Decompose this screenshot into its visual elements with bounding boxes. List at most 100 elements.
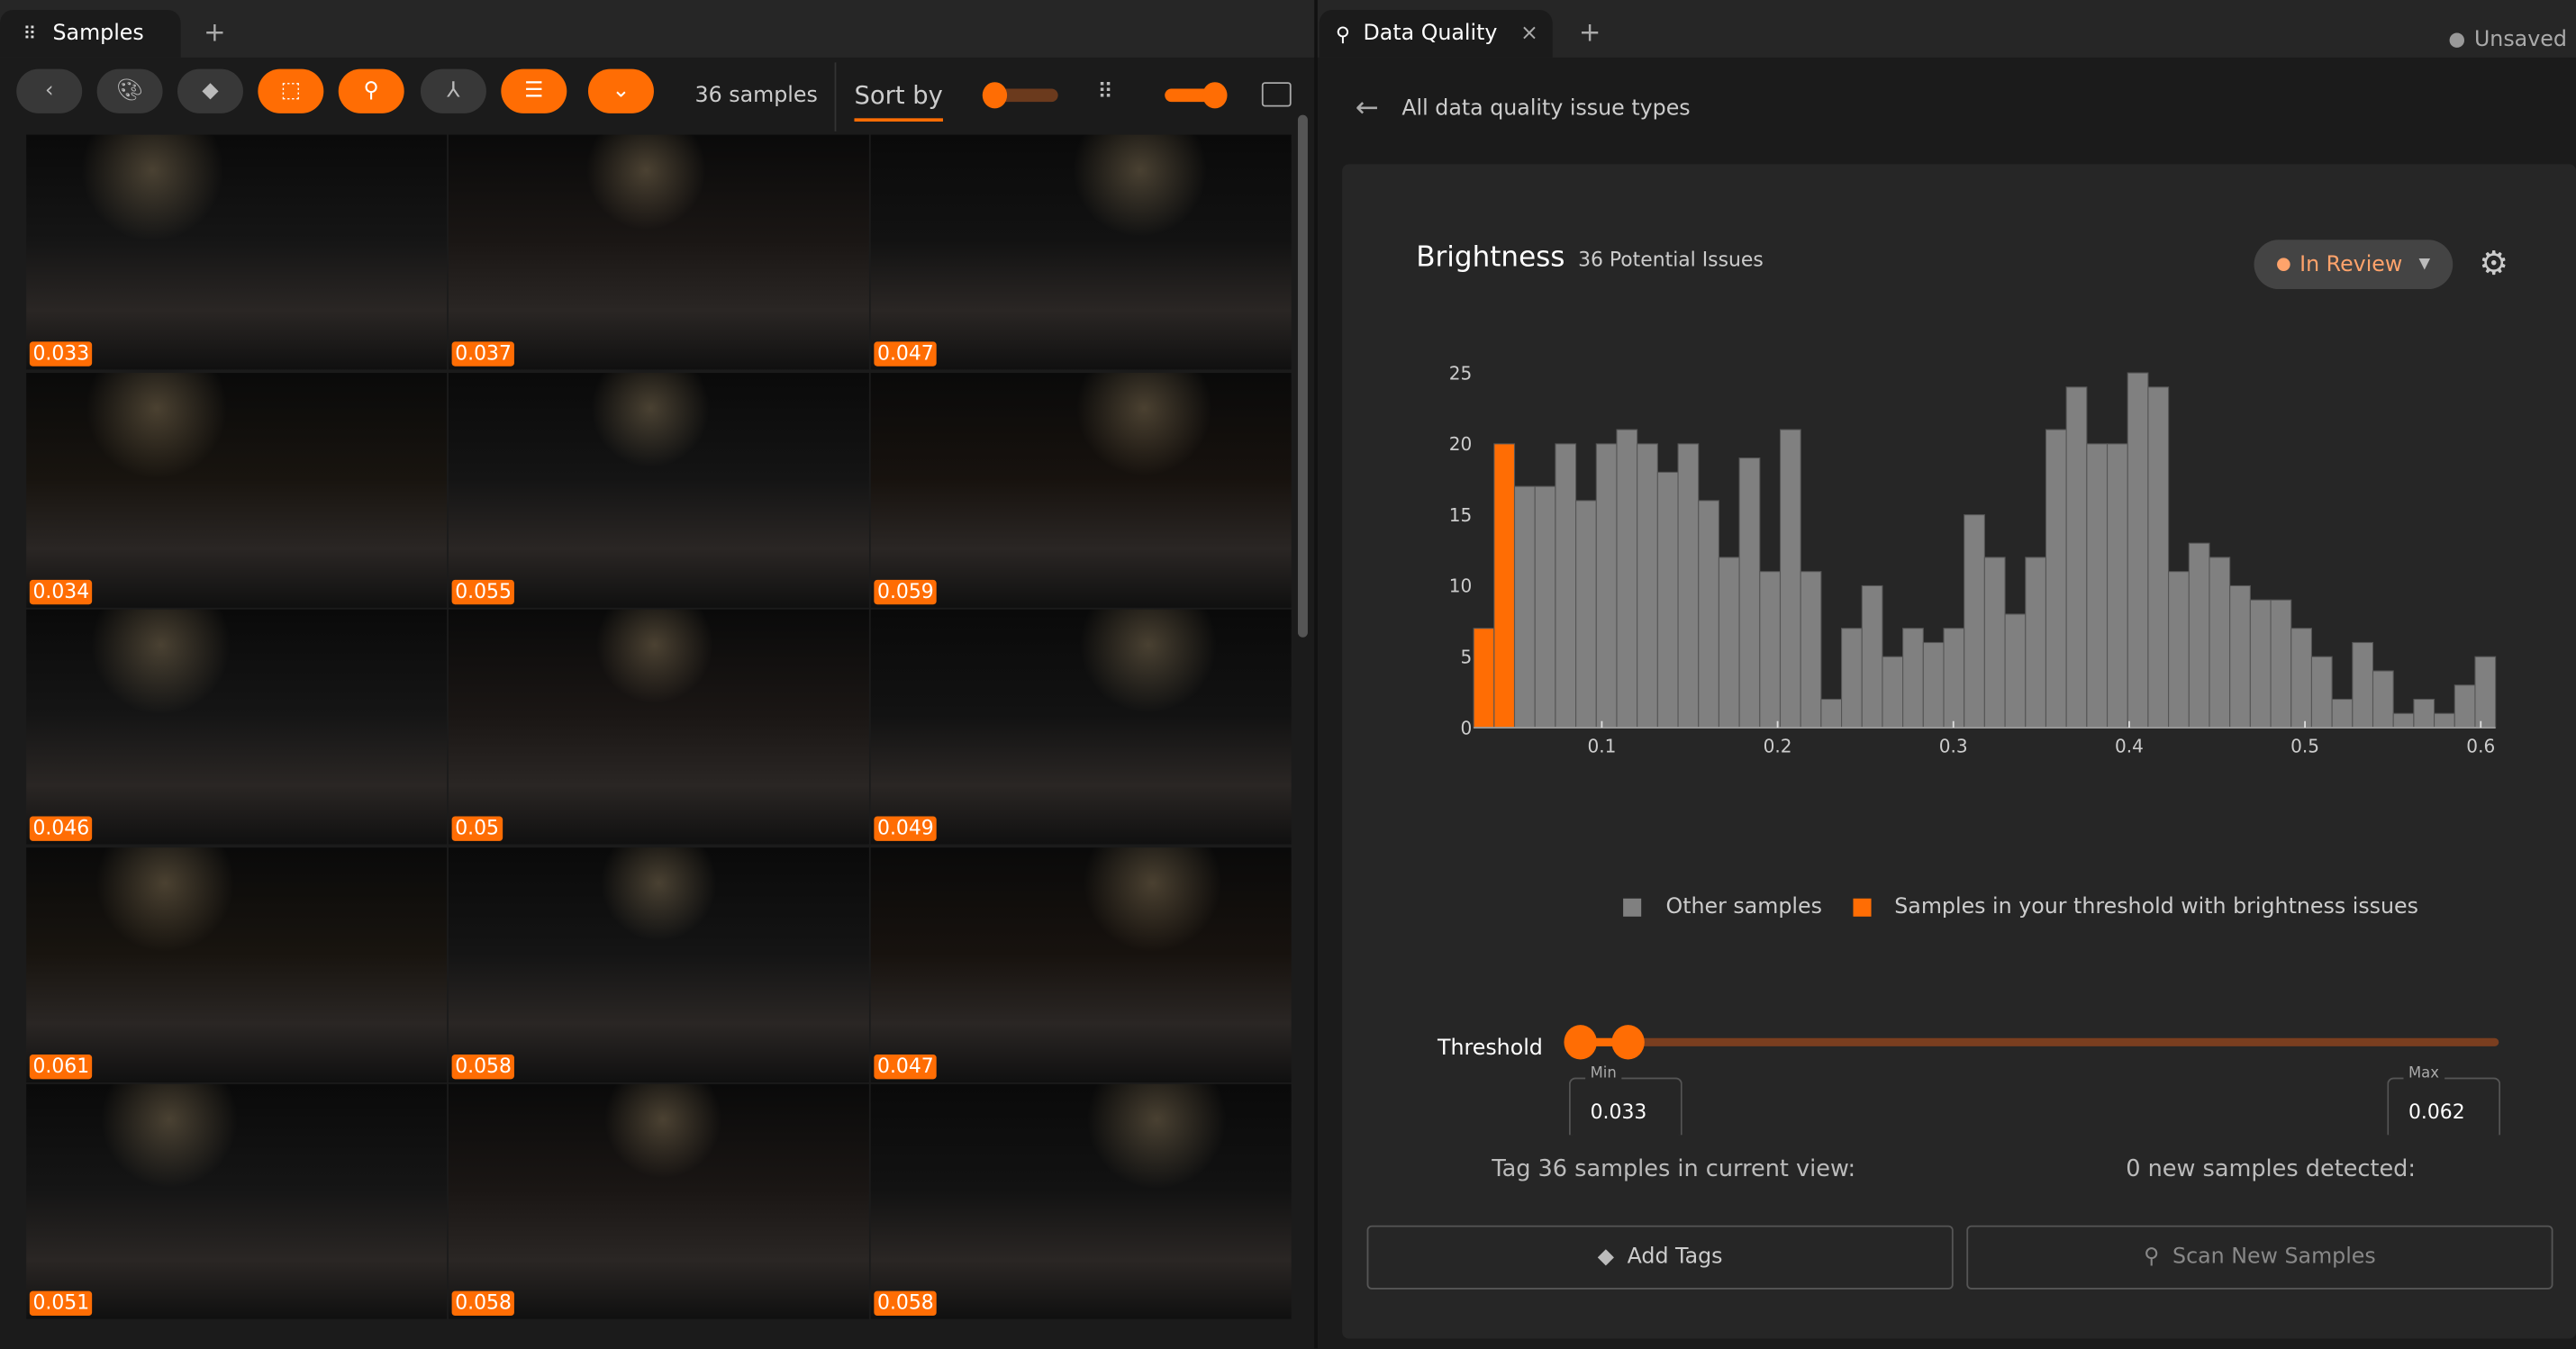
- min-field-label: Min: [1585, 1065, 1622, 1083]
- histogram-bar: [1595, 443, 1618, 729]
- brightness-value-badge: 0.055: [451, 578, 515, 604]
- chart-legend: Other samples Samples in your threshold …: [1623, 895, 2418, 919]
- sort-by-button[interactable]: Sort by: [854, 80, 943, 122]
- histogram-bar: [2372, 670, 2394, 729]
- x-tick-label: 0.1: [1587, 735, 1616, 756]
- list-button[interactable]: ☰: [501, 68, 567, 113]
- histogram-bar: [1759, 571, 1782, 729]
- y-tick-label: 5: [1461, 647, 1473, 668]
- threshold-slider[interactable]: [1564, 1025, 2499, 1060]
- histogram-bar: [1698, 500, 1719, 729]
- back-link[interactable]: ← All data quality issue types: [1356, 92, 1691, 124]
- settings-gear-icon[interactable]: ⚙: [2479, 243, 2508, 283]
- status-dot-icon: [2449, 32, 2464, 48]
- color-button[interactable]: 🎨︎: [96, 68, 163, 113]
- sample-thumbnail[interactable]: 0.051: [26, 1083, 448, 1319]
- histogram-bar: [2004, 613, 2027, 729]
- display-icon[interactable]: [1261, 82, 1292, 107]
- histogram-bar: [1779, 429, 1801, 729]
- tab-data-quality[interactable]: ⚲ Data Quality ×: [1319, 9, 1553, 58]
- tag-button[interactable]: ◆: [177, 68, 243, 113]
- max-field-value[interactable]: 0.062: [2408, 1100, 2465, 1124]
- issue-count: 36 Potential Issues: [1578, 248, 1764, 271]
- merge-button[interactable]: ⅄: [420, 68, 486, 113]
- sample-thumbnail[interactable]: 0.046: [26, 609, 448, 845]
- sample-thumbnail[interactable]: 0.055: [448, 372, 869, 607]
- sample-thumbnail[interactable]: 0.058: [870, 1083, 1292, 1319]
- search-button[interactable]: ⚲: [338, 68, 404, 113]
- add-tab-button[interactable]: +: [204, 16, 225, 48]
- histogram-bar: [2106, 443, 2128, 729]
- size-slider[interactable]: [982, 82, 1058, 109]
- sample-thumbnail[interactable]: 0.047: [870, 134, 1292, 370]
- selection-button[interactable]: ⬚: [258, 68, 324, 113]
- status-dropdown[interactable]: In Review ▼: [2254, 240, 2454, 290]
- y-tick-label: 25: [1449, 362, 1473, 384]
- histogram-bar: [1983, 557, 2006, 729]
- grid-view-icon[interactable]: ⠿: [1097, 80, 1112, 104]
- sample-thumbnail[interactable]: 0.034: [26, 372, 448, 607]
- sample-thumbnail[interactable]: 0.058: [448, 1083, 869, 1319]
- histogram-bar: [1943, 628, 1965, 729]
- slider-min-handle[interactable]: [1564, 1025, 1597, 1060]
- x-tick-label: 0.5: [2290, 735, 2319, 756]
- sample-count: 36 samples: [694, 84, 818, 109]
- max-field[interactable]: Max 0.062: [2387, 1065, 2501, 1136]
- scan-new-samples-button[interactable]: ⚲ Scan New Samples: [1966, 1225, 2553, 1290]
- sample-thumbnail[interactable]: 0.047: [870, 847, 1292, 1082]
- histogram-bar: [2127, 372, 2149, 729]
- histogram-bar: [2229, 584, 2251, 729]
- back-link-label: All data quality issue types: [1401, 95, 1691, 122]
- x-tick-label: 0.4: [2115, 735, 2144, 756]
- brightness-value-badge: 0.034: [29, 578, 93, 604]
- scrollbar[interactable]: [1297, 114, 1308, 638]
- add-tab-button[interactable]: +: [1579, 16, 1601, 48]
- histogram-bar: [1637, 443, 1658, 729]
- histogram-bar: [1820, 698, 1843, 729]
- sample-thumbnail[interactable]: 0.033: [26, 134, 448, 370]
- tag-icon: ◆: [202, 78, 219, 104]
- search-icon: ⚲: [363, 78, 379, 104]
- add-tags-button[interactable]: ◆ Add Tags: [1366, 1225, 1954, 1290]
- sample-thumbnail[interactable]: 0.058: [448, 847, 869, 1082]
- sample-thumbnail[interactable]: 0.037: [448, 134, 869, 370]
- sample-thumbnail[interactable]: 0.049: [870, 609, 1292, 845]
- histogram-bar: [1964, 514, 1985, 729]
- brightness-value-badge: 0.033: [29, 341, 93, 367]
- brightness-value-badge: 0.037: [451, 341, 515, 367]
- caret-down-icon: ▼: [2418, 256, 2431, 273]
- brightness-histogram: 0 5 10 15 20 25 0.1 0.2 0.3 0.4 0.5 0.6: [1449, 362, 2497, 756]
- min-field[interactable]: Min 0.033: [1568, 1065, 1683, 1136]
- save-status: Unsaved: [2449, 28, 2567, 52]
- sample-thumbnail[interactable]: 0.059: [870, 372, 1292, 607]
- tag-info-text: Tag 36 samples in current view:: [1492, 1156, 1856, 1183]
- tab-samples[interactable]: ⠿ Samples: [0, 9, 181, 58]
- histogram-bar: [1882, 656, 1904, 729]
- histogram-bar: [1513, 485, 1536, 729]
- slider-max-handle[interactable]: [1610, 1025, 1645, 1060]
- close-tab-icon[interactable]: ×: [1520, 22, 1538, 46]
- back-button[interactable]: ‹: [16, 68, 83, 113]
- panel-divider[interactable]: [1314, 0, 1318, 1349]
- histogram-bar: [2270, 599, 2292, 729]
- histogram-bar: [1575, 500, 1597, 729]
- sample-thumbnail[interactable]: 0.05: [448, 609, 869, 845]
- histogram-bar: [2147, 386, 2170, 729]
- min-field-value[interactable]: 0.033: [1591, 1100, 1647, 1124]
- histogram-bar: [2045, 429, 2067, 729]
- y-tick-label: 20: [1449, 433, 1473, 455]
- issue-header: Brightness 36 Potential Issues: [1416, 241, 1763, 274]
- histogram-bar: [2352, 641, 2374, 729]
- palette-icon: 🎨︎: [116, 78, 144, 104]
- sample-thumbnail[interactable]: 0.061: [26, 847, 448, 1082]
- histogram-bar: [1841, 628, 1863, 729]
- histogram-bar: [1656, 471, 1679, 729]
- brightness-value-badge: 0.046: [29, 816, 93, 841]
- histogram-bar: [1555, 443, 1577, 729]
- histogram-bar: [2310, 656, 2333, 729]
- view-toggle[interactable]: [1165, 82, 1228, 109]
- more-button[interactable]: ⌄: [587, 68, 654, 113]
- histogram-bar: [1493, 443, 1516, 729]
- brightness-value-badge: 0.051: [29, 1290, 93, 1317]
- threshold-label: Threshold: [1438, 1036, 1543, 1062]
